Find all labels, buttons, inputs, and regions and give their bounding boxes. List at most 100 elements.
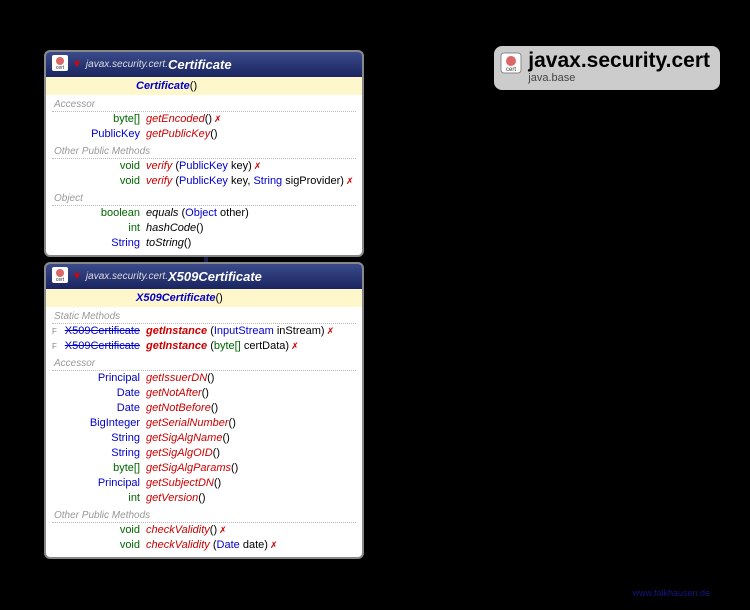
return-type: boolean	[58, 206, 146, 221]
throws-icon: ✗	[254, 161, 262, 171]
method-params: ()	[229, 417, 236, 429]
method-row: PrincipalgetSubjectDN()	[46, 476, 362, 491]
return-type: Date	[58, 386, 146, 401]
return-type: Principal	[58, 476, 146, 491]
section-other: Other Public Methods	[46, 506, 362, 522]
method-params: ()	[205, 113, 212, 125]
return-type: Date	[58, 401, 146, 416]
method-params: ()	[210, 128, 217, 140]
constructor-params: ()	[190, 80, 197, 92]
return-type: String	[58, 431, 146, 446]
class-name: Certificate	[168, 57, 232, 72]
method-params: ()	[222, 432, 229, 444]
constructor-row: X509Certificate()	[46, 289, 362, 307]
return-type: String	[58, 236, 146, 251]
method-row: String toString()	[46, 236, 362, 251]
method-row: void verify (PublicKey key, String sigPr…	[46, 174, 362, 189]
method-params: ()	[198, 492, 205, 504]
param-name: key	[231, 160, 248, 172]
param-name: other	[220, 207, 245, 219]
method-name: getIssuerDN	[146, 372, 207, 384]
method-name: toString	[146, 237, 184, 249]
param-name: inStream	[277, 325, 321, 337]
throws-icon: ✗	[214, 114, 222, 124]
method-params: ()	[210, 524, 217, 536]
method-name: getSubjectDN	[146, 477, 214, 489]
constructor-name: X509Certificate	[136, 292, 216, 304]
method-name: getNotBefore	[146, 402, 211, 414]
method-name: getSerialNumber	[146, 417, 229, 429]
section-accessor: Accessor	[46, 95, 362, 111]
constructor-params: ()	[216, 292, 223, 304]
method-params: ()	[211, 402, 218, 414]
svg-text:cert: cert	[56, 65, 65, 71]
method-row: DategetNotAfter()	[46, 386, 362, 401]
return-type: byte[]	[58, 112, 146, 127]
package-name: javax.security.cert	[528, 50, 710, 71]
method-row: byte[] getEncoded()✗	[46, 112, 362, 127]
return-type: String	[58, 446, 146, 461]
method-name: hashCode	[146, 222, 196, 234]
constructor-name: Certificate	[136, 80, 190, 92]
svg-text:cert: cert	[506, 67, 516, 73]
return-type: Principal	[58, 371, 146, 386]
return-type: X509Certificate	[58, 324, 146, 339]
method-name: equals	[146, 207, 178, 219]
method-row: FX509Certificate getInstance (InputStrea…	[46, 324, 362, 339]
class-package: javax.security.cert.	[86, 271, 168, 282]
method-name: getSigAlgOID	[146, 447, 213, 459]
section-other: Other Public Methods	[46, 142, 362, 158]
param-type: byte[]	[214, 340, 241, 352]
method-name: checkValidity	[146, 524, 210, 536]
throws-icon: ✗	[346, 176, 354, 186]
method-row: int hashCode()	[46, 221, 362, 236]
return-type: void	[58, 523, 146, 538]
method-params: ()	[184, 237, 191, 249]
param-name: certData	[244, 340, 286, 352]
param-name: date	[243, 539, 264, 551]
throws-icon: ✗	[219, 525, 227, 535]
package-header: cert javax.security.cert java.base	[494, 46, 720, 90]
return-type: int	[58, 491, 146, 506]
param-type: Date	[217, 539, 240, 551]
svg-text:cert: cert	[56, 277, 65, 283]
method-row: PrincipalgetIssuerDN()	[46, 371, 362, 386]
class-header: cert ▼ javax.security.cert.X509Certifica…	[46, 264, 362, 289]
method-params: ()	[202, 387, 209, 399]
abstract-marker-icon: ▼	[72, 271, 82, 282]
footer-link[interactable]: www.falkhausen.de	[632, 588, 710, 598]
method-row: DategetNotBefore()	[46, 401, 362, 416]
method-name: getNotAfter	[146, 387, 202, 399]
param-type: PublicKey	[179, 175, 228, 187]
method-params: ()	[207, 372, 214, 384]
return-type: void	[58, 174, 146, 189]
class-header: cert ▼ javax.security.cert.Certificate	[46, 52, 362, 77]
method-params: ()	[231, 462, 238, 474]
cert-icon: cert	[52, 55, 68, 74]
return-type: byte[]	[58, 461, 146, 476]
param-type: InputStream	[214, 325, 274, 337]
return-type: void	[58, 159, 146, 174]
abstract-marker-icon: ▼	[72, 59, 82, 70]
throws-icon: ✗	[291, 341, 299, 351]
method-name: getSigAlgName	[146, 432, 222, 444]
method-name: getEncoded	[146, 113, 205, 125]
class-x509certificate: cert ▼ javax.security.cert. X509Certifica…	[44, 262, 364, 559]
method-row: StringgetSigAlgOID()	[46, 446, 362, 461]
cert-icon: cert	[52, 267, 68, 286]
class-certificate: cert ▼ javax.security.cert.Certificate C…	[44, 50, 364, 257]
constructor-row: Certificate()	[46, 77, 362, 95]
return-type: int	[58, 221, 146, 236]
method-name: verify	[146, 175, 172, 187]
param-type: Object	[185, 207, 217, 219]
method-params: ()	[214, 477, 221, 489]
section-static: Static Methods	[46, 307, 362, 323]
method-params: ()	[196, 222, 203, 234]
method-name: getInstance	[146, 325, 207, 337]
method-name: getInstance	[146, 340, 207, 352]
throws-icon: ✗	[327, 326, 335, 336]
method-row: boolean equals (Object other)	[46, 206, 362, 221]
cert-icon: cert	[500, 52, 522, 74]
method-row: BigIntegergetSerialNumber()	[46, 416, 362, 431]
section-object: Object	[46, 189, 362, 205]
